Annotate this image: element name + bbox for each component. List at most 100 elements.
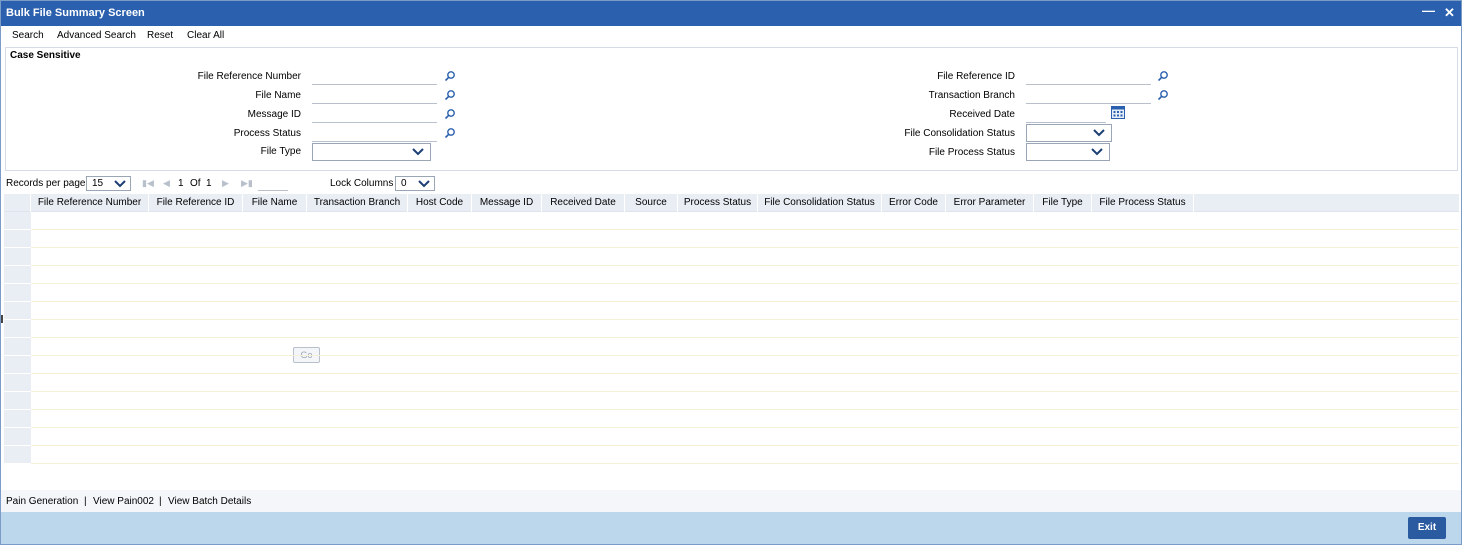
bulk-file-summary-window: Bulk File Summary Screen — ✕ Search Adva…	[0, 0, 1462, 545]
close-icon[interactable]: ✕	[1444, 5, 1455, 21]
current-page: 1	[178, 178, 184, 189]
search-button[interactable]: Search	[12, 30, 44, 41]
file-reference-number-search-icon[interactable]	[444, 70, 456, 82]
row-gutter	[4, 230, 31, 248]
footer-links: Pain Generation | View Pain002 | View Ba…	[1, 490, 1461, 512]
calendar-icon[interactable]	[1111, 106, 1125, 119]
file-name-input[interactable]	[312, 86, 437, 104]
file-name-label: File Name	[255, 90, 301, 101]
transaction-branch-search-icon[interactable]	[1157, 89, 1169, 101]
next-page-icon[interactable]: ▶	[222, 178, 229, 189]
process-status-input[interactable]	[312, 124, 437, 142]
column-header[interactable]: Source	[625, 194, 678, 212]
column-header[interactable]: Received Date	[542, 194, 625, 212]
column-header[interactable]: File Reference Number	[31, 194, 149, 212]
table-row	[31, 392, 1459, 410]
row-gutter	[4, 428, 31, 446]
view-pain002-link[interactable]: View Pain002	[93, 496, 154, 507]
table-row	[31, 212, 1459, 230]
column-header[interactable]: File Name	[243, 194, 307, 212]
exit-button[interactable]: Exit	[1408, 517, 1446, 539]
row-gutter	[4, 392, 31, 410]
file-consolidation-status-label: File Consolidation Status	[904, 128, 1015, 139]
table-row	[31, 446, 1459, 464]
file-reference-number-input[interactable]	[312, 67, 437, 85]
transaction-branch-label: Transaction Branch	[928, 90, 1015, 101]
records-per-page-value: 15	[92, 178, 104, 189]
table-row	[31, 320, 1459, 338]
table-row	[31, 266, 1459, 284]
file-reference-id-label: File Reference ID	[937, 71, 1015, 82]
received-date-label: Received Date	[949, 109, 1015, 120]
row-selector-header	[4, 194, 31, 212]
minimize-icon[interactable]: —	[1422, 3, 1435, 18]
column-header[interactable]: File Type	[1034, 194, 1092, 212]
process-status-search-icon[interactable]	[444, 127, 456, 139]
file-type-label: File Type	[260, 146, 301, 157]
lock-columns-value: 0	[401, 178, 407, 189]
message-id-search-icon[interactable]	[444, 108, 456, 120]
of-label: Of	[190, 178, 201, 189]
file-name-search-icon[interactable]	[444, 89, 456, 101]
column-header[interactable]: File Consolidation Status	[758, 194, 882, 212]
row-gutter	[4, 248, 31, 266]
table-row	[31, 356, 1459, 374]
table-row	[31, 284, 1459, 302]
table-row	[31, 428, 1459, 446]
link-separator: |	[159, 496, 162, 507]
splitter-handle[interactable]	[1, 315, 3, 323]
column-header[interactable]: File Reference ID	[149, 194, 243, 212]
chevron-down-icon	[412, 148, 424, 156]
bottom-action-bar: Exit	[1, 512, 1461, 544]
row-gutter	[4, 284, 31, 302]
row-gutter	[4, 410, 31, 428]
records-per-page-label: Records per page	[6, 178, 86, 189]
pain-generation-link[interactable]: Pain Generation	[6, 496, 78, 507]
column-header[interactable]: Transaction Branch	[307, 194, 408, 212]
message-id-input[interactable]	[312, 105, 437, 123]
file-process-status-label: File Process Status	[928, 147, 1015, 158]
column-header[interactable]: Message ID	[472, 194, 542, 212]
table-row	[31, 410, 1459, 428]
search-criteria-panel: Case Sensitive File Reference Number Fil…	[5, 47, 1458, 171]
table-row	[31, 302, 1459, 320]
grid-header: File Reference Number File Reference ID …	[4, 194, 1459, 212]
file-type-select[interactable]	[312, 143, 431, 161]
pagination-bar: Records per page 15 ▮◀ ◀ 1 Of 1 ▶ ▶▮ Go …	[1, 173, 1461, 363]
row-gutter	[4, 338, 31, 356]
column-header[interactable]: Error Parameter	[946, 194, 1034, 212]
lock-columns-select[interactable]: 0	[395, 176, 435, 191]
received-date-input[interactable]	[1026, 105, 1106, 123]
file-consolidation-status-select[interactable]	[1026, 124, 1112, 142]
table-row	[31, 338, 1459, 356]
last-page-icon[interactable]: ▶▮	[241, 178, 253, 189]
chevron-down-icon	[114, 180, 126, 188]
chevron-down-icon	[1093, 129, 1105, 137]
column-header[interactable]: File Process Status	[1092, 194, 1194, 212]
first-page-icon[interactable]: ▮◀	[142, 178, 154, 189]
clear-all-button[interactable]: Clear All	[187, 30, 224, 41]
view-batch-details-link[interactable]: View Batch Details	[168, 496, 251, 507]
reset-button[interactable]: Reset	[147, 30, 173, 41]
column-header[interactable]: Host Code	[408, 194, 472, 212]
process-status-label: Process Status	[233, 128, 301, 139]
row-gutter	[4, 374, 31, 392]
table-row	[31, 230, 1459, 248]
go-to-page-input[interactable]	[258, 178, 288, 191]
total-pages: 1	[206, 178, 212, 189]
previous-page-icon[interactable]: ◀	[163, 178, 170, 189]
transaction-branch-input[interactable]	[1026, 86, 1151, 104]
advanced-search-button[interactable]: Advanced Search	[57, 30, 136, 41]
chevron-down-icon	[1091, 148, 1103, 156]
file-reference-id-search-icon[interactable]	[1157, 70, 1169, 82]
table-row	[31, 248, 1459, 266]
file-process-status-select[interactable]	[1026, 143, 1110, 161]
row-gutter	[4, 446, 31, 464]
records-per-page-select[interactable]: 15	[86, 176, 131, 191]
row-gutter	[4, 320, 31, 338]
file-reference-number-label: File Reference Number	[197, 71, 301, 82]
file-reference-id-input[interactable]	[1026, 67, 1151, 85]
link-separator: |	[84, 496, 87, 507]
column-header[interactable]: Error Code	[882, 194, 946, 212]
column-header[interactable]: Process Status	[678, 194, 758, 212]
